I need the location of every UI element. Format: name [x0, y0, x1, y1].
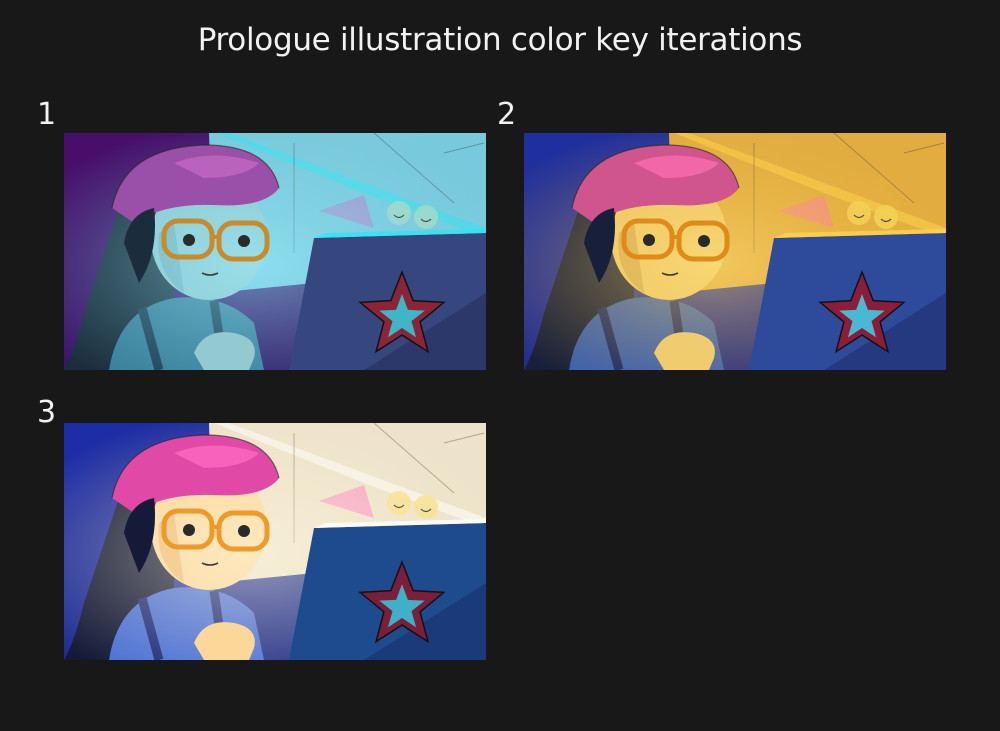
iteration-number-1: 1 — [37, 97, 57, 132]
color-key-illustration-2 — [524, 133, 946, 370]
iteration-number-2: 2 — [497, 97, 517, 132]
iteration-number-3: 3 — [37, 395, 57, 430]
color-key-illustration-3 — [64, 423, 486, 660]
page-title: Prologue illustration color key iteratio… — [197, 22, 803, 58]
color-key-illustration-1 — [64, 133, 486, 370]
